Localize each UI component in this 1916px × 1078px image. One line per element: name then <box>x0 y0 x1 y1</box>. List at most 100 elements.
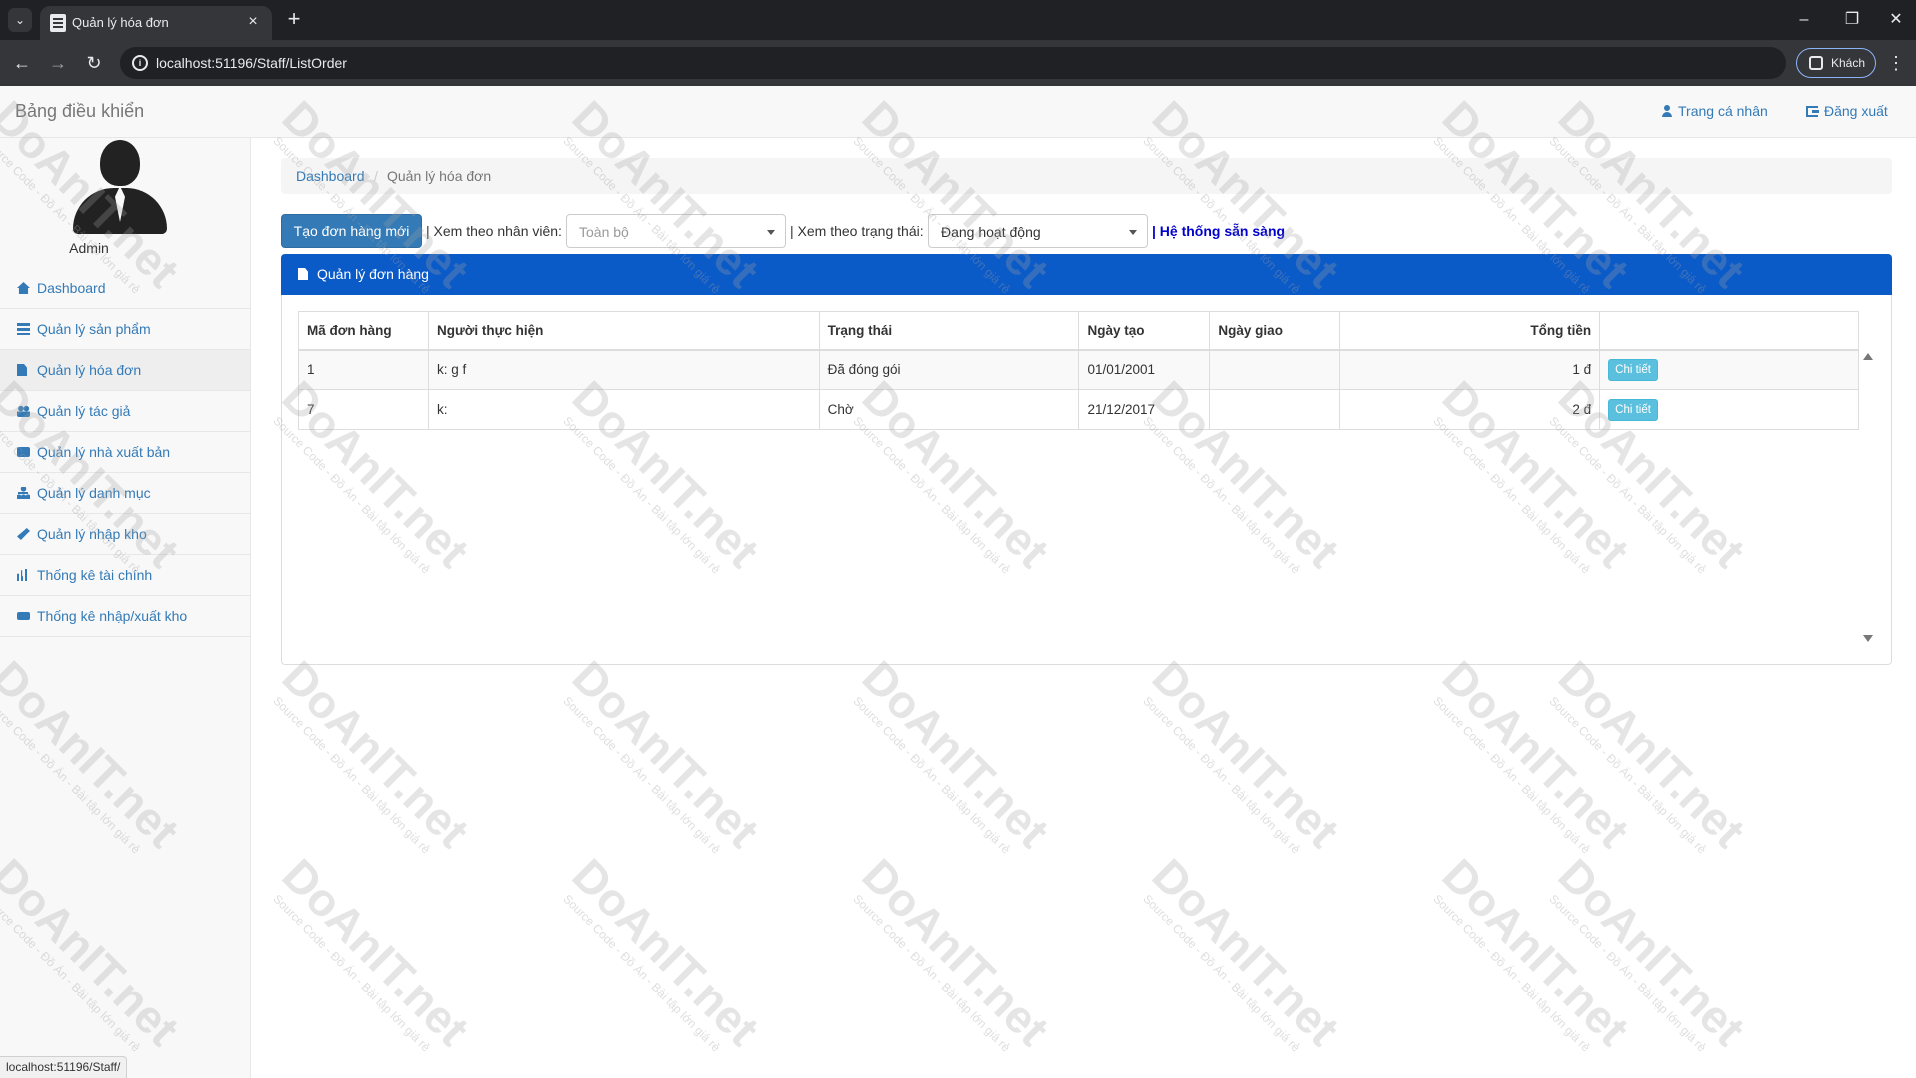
profile-link[interactable]: Trang cá nhân <box>1662 103 1768 119</box>
sidebar-item-publishers[interactable]: Quản lý nhà xuất bản <box>0 432 250 473</box>
watermark-subtext: Source Code - Đồ Án - Bài tập lớn giá rẻ <box>850 693 1014 857</box>
column-header[interactable]: Trạng thái <box>818 311 1080 351</box>
brand-title[interactable]: Bảng điều khiển <box>15 101 144 122</box>
sidebar-item-finance-stats[interactable]: Thống kê tài chính <box>0 555 250 596</box>
staff-filter-select[interactable]: Toàn bộ <box>566 214 786 248</box>
watermark: DoAnIT.net Source Code - Đồ Án - Bài tập … <box>270 848 480 1056</box>
sidebar-item-stock-stats[interactable]: Thống kê nhập/xuất kho <box>0 596 250 637</box>
url-text[interactable]: localhost:51196/Staff/ListOrder <box>156 55 347 71</box>
watermark: DoAnIT.net Source Code - Đồ Án - Bài tập … <box>1546 650 1756 858</box>
forward-icon[interactable]: → <box>46 51 70 75</box>
order-detail-button[interactable]: Chi tiết <box>1608 398 1658 421</box>
back-icon[interactable]: ← <box>10 51 34 75</box>
watermark-subtext: Source Code - Đồ Án - Bài tập lớn giá rẻ <box>270 693 434 857</box>
profile-icon <box>1809 56 1823 70</box>
site-info-icon[interactable]: i <box>132 55 148 71</box>
watermark: DoAnIT.net Source Code - Đồ Án - Bài tập … <box>270 650 480 858</box>
sidebar-item-stock-import[interactable]: Quản lý nhập kho <box>0 514 250 555</box>
truck-icon <box>17 612 30 620</box>
orders-panel: Quản lý đơn hàng Mã đơn hàng Người thực … <box>281 254 1892 665</box>
order-staff: k: g f <box>427 349 820 390</box>
side-menu: Dashboard Quản lý sản phẩm Quản lý hóa đ… <box>0 268 250 637</box>
column-header[interactable]: Mã đơn hàng <box>298 311 429 351</box>
tab-search-icon[interactable]: ⌄ <box>8 8 32 32</box>
browser-address-bar: ← → ↻ i localhost:51196/Staff/ListOrder … <box>0 40 1916 86</box>
users-icon <box>17 405 30 417</box>
sidebar-item-dashboard[interactable]: Dashboard <box>0 268 250 309</box>
sidebar-item-label: Thống kê nhập/xuất kho <box>37 608 188 624</box>
browser-status-bar: localhost:51196/Staff/ <box>0 1056 128 1078</box>
chevron-down-icon <box>767 230 775 235</box>
order-total: 2 đ <box>1339 389 1601 430</box>
new-tab-icon[interactable]: + <box>282 8 306 32</box>
sidebar-item-label: Dashboard <box>37 280 106 296</box>
sidebar-item-label: Thống kê tài chính <box>37 567 153 583</box>
admin-name: Admin <box>69 240 109 256</box>
order-detail-button[interactable]: Chi tiết <box>1608 358 1658 381</box>
restore-icon[interactable]: ❐ <box>1840 8 1864 32</box>
close-window-icon[interactable]: ✕ <box>1884 8 1908 32</box>
url-bar[interactable]: i localhost:51196/Staff/ListOrder <box>120 47 1786 79</box>
filter-status-label: | Xem theo trạng thái: <box>790 223 924 239</box>
table-scrollbar[interactable] <box>1859 311 1875 647</box>
sidebar-item-invoices[interactable]: Quản lý hóa đơn <box>0 350 250 391</box>
scroll-down-icon[interactable] <box>1863 635 1873 642</box>
watermark-text: DoAnIT.net <box>1548 848 1756 1056</box>
watermark-text: DoAnIT.net <box>852 650 1060 858</box>
order-status: Đã đóng gói <box>818 349 1080 390</box>
reload-icon[interactable]: ↻ <box>82 51 106 75</box>
sidebar-item-authors[interactable]: Quản lý tác giả <box>0 391 250 432</box>
browser-menu-icon[interactable]: ⋮ <box>1886 51 1906 75</box>
profile-button[interactable]: Khách <box>1796 48 1876 78</box>
browser-tab[interactable]: Quản lý hóa đơn × <box>40 6 272 40</box>
chevron-down-icon <box>1129 230 1137 235</box>
watermark-subtext: Source Code - Đồ Án - Bài tập lớn giá rẻ <box>1140 891 1304 1055</box>
watermark-text: DoAnIT.net <box>1432 650 1640 858</box>
watermark-text: DoAnIT.net <box>1142 848 1350 1056</box>
breadcrumb-home-link[interactable]: Dashboard <box>296 168 365 184</box>
sidebar-item-categories[interactable]: Quản lý danh mục <box>0 473 250 514</box>
create-order-button[interactable]: Tạo đơn hàng mới <box>281 214 422 248</box>
sidebar-item-products[interactable]: Quản lý sản phẩm <box>0 309 250 350</box>
order-staff: k: <box>427 389 820 430</box>
status-filter-select[interactable]: Đang hoạt động <box>928 214 1148 248</box>
watermark: DoAnIT.net Source Code - Đồ Án - Bài tập … <box>1546 848 1756 1056</box>
column-header[interactable]: Tổng tiền <box>1339 311 1601 351</box>
home-icon <box>17 282 30 294</box>
watermark-text: DoAnIT.net <box>272 848 480 1056</box>
watermark-subtext: Source Code - Đồ Án - Bài tập lớn giá rẻ <box>1546 693 1710 857</box>
bar-chart-icon <box>17 569 28 581</box>
browser-tab-bar: ⌄ Quản lý hóa đơn × + – ❐ ✕ <box>0 0 1916 40</box>
watermark-subtext: Source Code - Đồ Án - Bài tập lớn giá rẻ <box>1430 693 1594 857</box>
list-icon <box>17 323 30 335</box>
toolbar: Tạo đơn hàng mới | Xem theo nhân viên: T… <box>281 214 1892 248</box>
page-favicon-icon <box>50 14 66 32</box>
watermark: DoAnIT.net Source Code - Đồ Án - Bài tập … <box>1430 848 1640 1056</box>
profile-label: Khách <box>1831 56 1866 70</box>
scroll-up-icon[interactable] <box>1863 353 1873 360</box>
file-icon <box>17 364 27 376</box>
watermark-subtext: Source Code - Đồ Án - Bài tập lớn giá rẻ <box>270 891 434 1055</box>
order-created-date: 01/01/2001 <box>1078 349 1211 390</box>
watermark: DoAnIT.net Source Code - Đồ Án - Bài tập … <box>560 650 770 858</box>
column-header[interactable]: Ngày tạo <box>1078 311 1211 351</box>
minimize-icon[interactable]: – <box>1792 8 1816 32</box>
wrench-icon <box>17 528 30 540</box>
breadcrumb-separator: / <box>374 168 378 184</box>
close-tab-icon[interactable]: × <box>244 13 262 31</box>
order-id: 7 <box>298 389 429 430</box>
logout-link[interactable]: Đăng xuất <box>1806 103 1888 119</box>
watermark-subtext: Source Code - Đồ Án - Bài tập lớn giá rẻ <box>1430 891 1594 1055</box>
column-header[interactable]: Người thực hiện <box>427 311 820 351</box>
sitemap-icon <box>17 487 30 499</box>
watermark-subtext: Source Code - Đồ Án - Bài tập lớn giá rẻ <box>1546 891 1710 1055</box>
watermark-text: DoAnIT.net <box>272 650 480 858</box>
status-filter-value: Đang hoạt động <box>941 224 1041 240</box>
order-actions-cell: Chi tiết <box>1599 389 1859 430</box>
sidebar-item-label: Quản lý sản phẩm <box>37 321 151 337</box>
column-header[interactable]: Ngày giao <box>1209 311 1341 351</box>
order-delivery-date <box>1209 389 1341 430</box>
order-id: 1 <box>298 349 429 390</box>
watermark-text: DoAnIT.net <box>562 848 770 1056</box>
watermark-text: DoAnIT.net <box>1142 650 1350 858</box>
